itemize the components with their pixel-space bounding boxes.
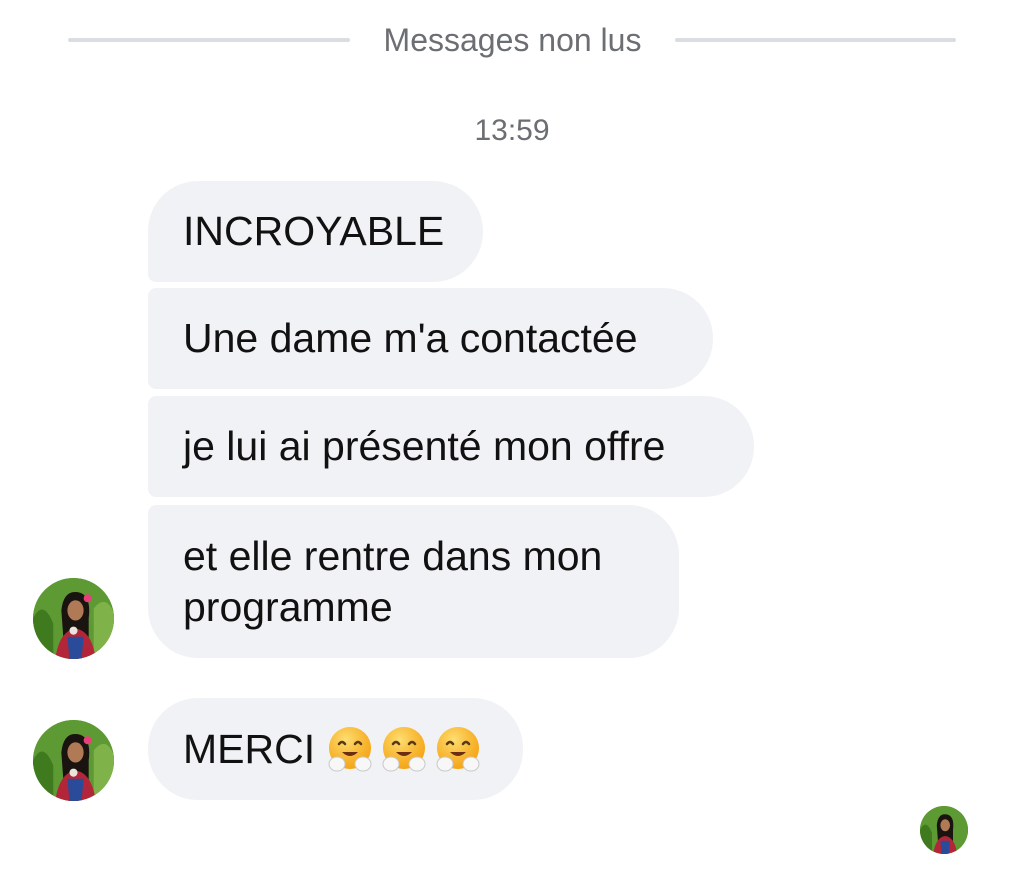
hugging-face-emoji	[328, 727, 372, 772]
message-bubble[interactable]: MERCI	[148, 698, 523, 800]
unread-divider-line-left	[68, 38, 350, 42]
message-text: Une dame m'a contactée	[183, 315, 638, 361]
message-text: INCROYABLE	[183, 208, 445, 254]
hugging-face-emoji	[436, 727, 480, 772]
seen-receipt-avatar	[920, 806, 968, 854]
message-bubble[interactable]: et elle rentre dans mon programme	[148, 505, 679, 658]
message-text: je lui ai présenté mon offre	[183, 423, 666, 469]
message-bubble[interactable]: je lui ai présenté mon offre	[148, 396, 754, 497]
message-timestamp: 13:59	[474, 114, 550, 147]
hugging-face-emoji	[382, 727, 426, 772]
message-text: MERCI	[183, 725, 316, 772]
emoji-group	[325, 724, 483, 774]
message-bubble[interactable]: INCROYABLE	[148, 181, 483, 282]
unread-divider-label: Messages non lus	[383, 22, 642, 58]
unread-divider-line-right	[675, 38, 956, 42]
message-text: et elle rentre dans mon programme	[183, 532, 603, 630]
sender-avatar[interactable]	[33, 578, 114, 659]
sender-avatar[interactable]	[33, 720, 114, 801]
message-bubble[interactable]: Une dame m'a contactée	[148, 288, 713, 389]
